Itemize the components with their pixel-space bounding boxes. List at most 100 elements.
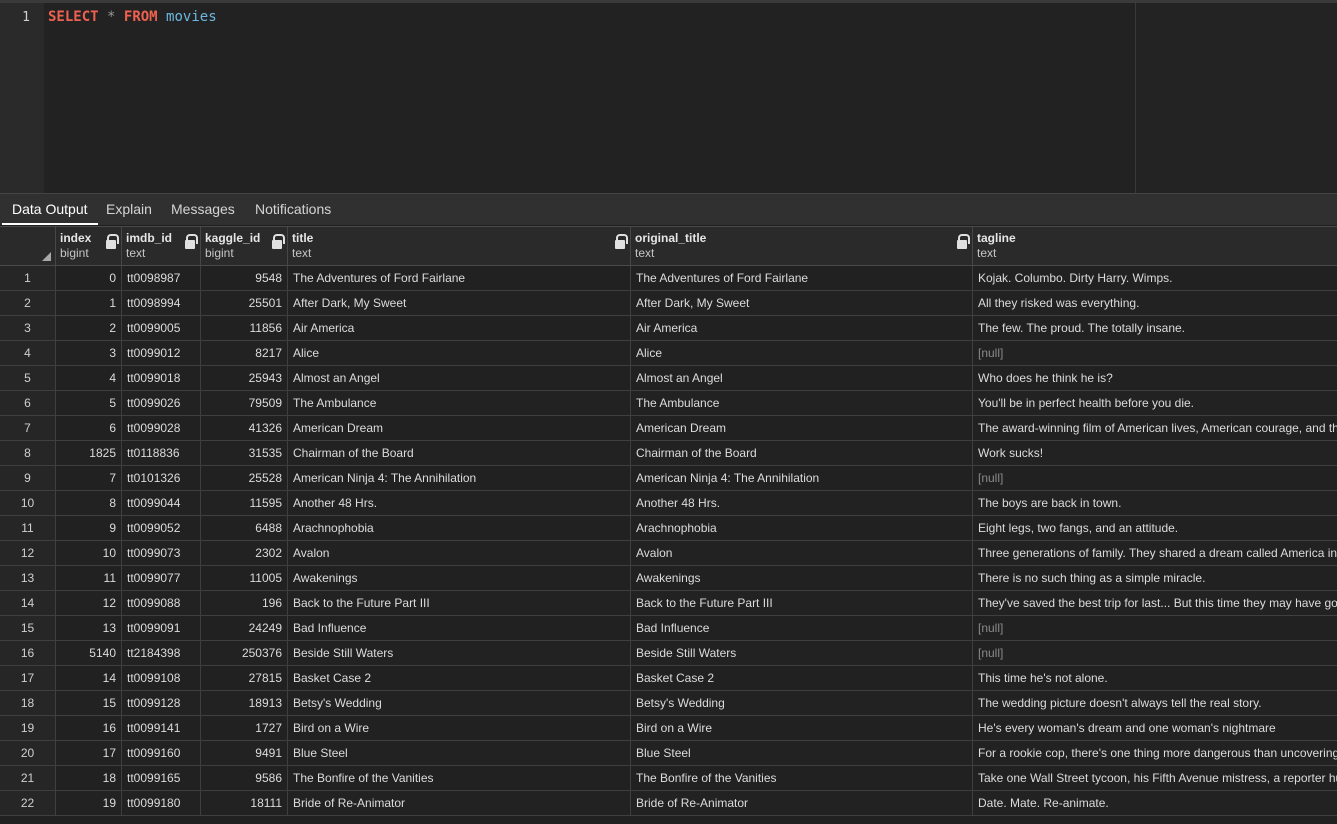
select-all-corner[interactable] (0, 227, 56, 266)
row-number[interactable]: 17 (0, 666, 56, 690)
cell-imdb-id[interactable]: tt0099141 (122, 716, 201, 740)
cell-tagline[interactable]: Work sucks! (973, 441, 1337, 465)
table-row[interactable]: 11 9 tt0099052 6488 Arachnophobia Arachnophob… (0, 516, 1337, 541)
cell-title[interactable]: Another 48 Hrs. (288, 491, 631, 515)
cell-tagline[interactable]: All they risked was everything. (973, 291, 1337, 315)
cell-tagline[interactable]: Eight legs, two fangs, and an attitude. (973, 516, 1337, 540)
cell-kaggle-id[interactable]: 11005 (201, 566, 288, 590)
cell-tagline[interactable]: Three generations of family. They shared… (973, 541, 1337, 565)
cell-original-title[interactable]: Another 48 Hrs. (631, 491, 973, 515)
cell-title[interactable]: Avalon (288, 541, 631, 565)
cell-kaggle-id[interactable]: 27815 (201, 666, 288, 690)
cell-kaggle-id[interactable]: 41326 (201, 416, 288, 440)
row-number[interactable]: 16 (0, 641, 56, 665)
cell-title[interactable]: The Bonfire of the Vanities (288, 766, 631, 790)
cell-tagline[interactable]: The wedding picture doesn't always tell … (973, 691, 1337, 715)
cell-imdb-id[interactable]: tt0118836 (122, 441, 201, 465)
cell-tagline[interactable]: Who does he think he is? (973, 366, 1337, 390)
cell-index[interactable]: 8 (56, 491, 122, 515)
cell-imdb-id[interactable]: tt0099028 (122, 416, 201, 440)
cell-index[interactable]: 12 (56, 591, 122, 615)
cell-tagline[interactable]: You'll be in perfect health before you d… (973, 391, 1337, 415)
cell-imdb-id[interactable]: tt0099018 (122, 366, 201, 390)
table-row[interactable]: 9 7 tt0101326 25528 American Ninja 4: The An… (0, 466, 1337, 491)
cell-index[interactable]: 19 (56, 791, 122, 815)
cell-imdb-id[interactable]: tt0099165 (122, 766, 201, 790)
cell-original-title[interactable]: After Dark, My Sweet (631, 291, 973, 315)
cell-original-title[interactable]: American Ninja 4: The Annihilation (631, 466, 973, 490)
cell-imdb-id[interactable]: tt0099077 (122, 566, 201, 590)
cell-original-title[interactable]: Bird on a Wire (631, 716, 973, 740)
tab-notifications[interactable]: Notifications (245, 194, 341, 225)
table-row[interactable]: 16 5140 tt2184398 250376 Beside Still Waters… (0, 641, 1337, 666)
cell-index[interactable]: 0 (56, 266, 122, 290)
cell-title[interactable]: Arachnophobia (288, 516, 631, 540)
cell-index[interactable]: 9 (56, 516, 122, 540)
row-number[interactable]: 8 (0, 441, 56, 465)
cell-tagline[interactable]: [null] (973, 641, 1337, 665)
cell-kaggle-id[interactable]: 2302 (201, 541, 288, 565)
cell-title[interactable]: American Dream (288, 416, 631, 440)
table-row[interactable]: 21 18 tt0099165 9586 The Bonfire of the Vani… (0, 766, 1337, 791)
cell-index[interactable]: 18 (56, 766, 122, 790)
cell-tagline[interactable]: This time he's not alone. (973, 666, 1337, 690)
cell-imdb-id[interactable]: tt0099180 (122, 791, 201, 815)
cell-kaggle-id[interactable]: 18111 (201, 791, 288, 815)
table-row[interactable]: 20 17 tt0099160 9491 Blue Steel Blue Steel For… (0, 741, 1337, 766)
column-header-imdb-id[interactable]: imdb_id text (122, 227, 201, 266)
row-number[interactable]: 14 (0, 591, 56, 615)
cell-original-title[interactable]: Beside Still Waters (631, 641, 973, 665)
cell-tagline[interactable]: Take one Wall Street tycoon, his Fifth A… (973, 766, 1337, 790)
row-number[interactable]: 19 (0, 716, 56, 740)
cell-imdb-id[interactable]: tt2184398 (122, 641, 201, 665)
cell-kaggle-id[interactable]: 11856 (201, 316, 288, 340)
cell-tagline[interactable]: [null] (973, 341, 1337, 365)
cell-original-title[interactable]: Awakenings (631, 566, 973, 590)
table-row[interactable]: 8 1825 tt0118836 31535 Chairman of the Board… (0, 441, 1337, 466)
cell-imdb-id[interactable]: tt0099128 (122, 691, 201, 715)
column-header-title[interactable]: title text (288, 227, 631, 266)
cell-index[interactable]: 15 (56, 691, 122, 715)
cell-original-title[interactable]: Basket Case 2 (631, 666, 973, 690)
cell-kaggle-id[interactable]: 25501 (201, 291, 288, 315)
cell-index[interactable]: 13 (56, 616, 122, 640)
cell-title[interactable]: Betsy's Wedding (288, 691, 631, 715)
cell-original-title[interactable]: American Dream (631, 416, 973, 440)
cell-original-title[interactable]: Avalon (631, 541, 973, 565)
cell-tagline[interactable]: They've saved the best trip for last... … (973, 591, 1337, 615)
cell-title[interactable]: The Ambulance (288, 391, 631, 415)
cell-title[interactable]: Almost an Angel (288, 366, 631, 390)
row-number[interactable]: 4 (0, 341, 56, 365)
row-number[interactable]: 22 (0, 791, 56, 815)
row-number[interactable]: 11 (0, 516, 56, 540)
row-number[interactable]: 13 (0, 566, 56, 590)
row-number[interactable]: 1 (0, 266, 56, 290)
table-row[interactable]: 18 15 tt0099128 18913 Betsy's Wedding Betsy's… (0, 691, 1337, 716)
cell-index[interactable]: 7 (56, 466, 122, 490)
column-header-index[interactable]: index bigint (56, 227, 122, 266)
cell-original-title[interactable]: Betsy's Wedding (631, 691, 973, 715)
row-number[interactable]: 15 (0, 616, 56, 640)
cell-original-title[interactable]: Air America (631, 316, 973, 340)
row-number[interactable]: 12 (0, 541, 56, 565)
row-number[interactable]: 18 (0, 691, 56, 715)
cell-kaggle-id[interactable]: 24249 (201, 616, 288, 640)
tab-data-output[interactable]: Data Output (2, 194, 98, 225)
cell-title[interactable]: Chairman of the Board (288, 441, 631, 465)
cell-tagline[interactable]: The award-winning film of American lives… (973, 416, 1337, 440)
cell-title[interactable]: The Adventures of Ford Fairlane (288, 266, 631, 290)
cell-index[interactable]: 1 (56, 291, 122, 315)
table-row[interactable]: 19 16 tt0099141 1727 Bird on a Wire Bird on a… (0, 716, 1337, 741)
cell-kaggle-id[interactable]: 25528 (201, 466, 288, 490)
cell-imdb-id[interactable]: tt0099108 (122, 666, 201, 690)
cell-imdb-id[interactable]: tt0099026 (122, 391, 201, 415)
cell-original-title[interactable]: The Adventures of Ford Fairlane (631, 266, 973, 290)
cell-title[interactable]: After Dark, My Sweet (288, 291, 631, 315)
table-row[interactable]: 4 3 tt0099012 8217 Alice Alice [null] (0, 341, 1337, 366)
sql-code-line[interactable]: SELECT * FROM movies (48, 9, 217, 25)
table-row[interactable]: 22 19 tt0099180 18111 Bride of Re-Animator Br… (0, 791, 1337, 816)
cell-title[interactable]: American Ninja 4: The Annihilation (288, 466, 631, 490)
cell-original-title[interactable]: Back to the Future Part III (631, 591, 973, 615)
cell-title[interactable]: Bad Influence (288, 616, 631, 640)
row-number[interactable]: 20 (0, 741, 56, 765)
